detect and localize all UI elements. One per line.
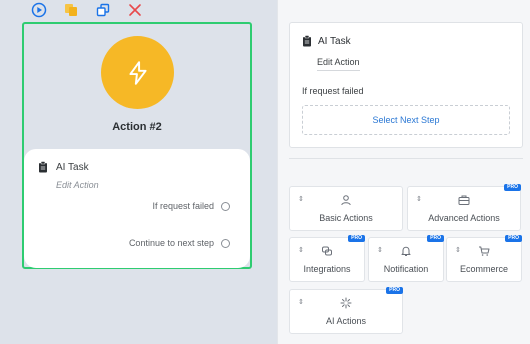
pro-badge: PRO: [504, 184, 521, 191]
tile-icon-wrap: [369, 245, 443, 257]
node-task: AI Task: [38, 161, 89, 173]
cart-icon: [479, 246, 490, 256]
integrations-icon: [322, 246, 332, 256]
step-settings-box: AI Task Edit Action If request failed Se…: [289, 22, 523, 148]
continue-output-label: Continue to next step: [128, 238, 214, 248]
tile-label: Basic Actions: [319, 213, 373, 223]
tile-icon-wrap: [408, 194, 520, 206]
copy-icon: [65, 4, 77, 16]
node-task-label: AI Task: [56, 161, 89, 173]
continue-output[interactable]: Continue to next step: [129, 238, 230, 248]
tile-ai-actions[interactable]: ⇕ PRO AI Actions: [289, 287, 403, 334]
divider: [289, 158, 523, 159]
tile-ecommerce[interactable]: ⇕ PRO Ecommerce: [446, 235, 522, 282]
tile-icon-wrap: [290, 245, 364, 257]
tile-integrations[interactable]: ⇕ PRO Integrations: [289, 235, 365, 282]
tile-label: Ecommerce: [459, 264, 508, 274]
node-avatar: [101, 36, 174, 109]
failed-output[interactable]: If request failed: [152, 201, 230, 211]
panel-edit-action[interactable]: Edit Action: [317, 57, 360, 71]
failed-output-port[interactable]: [221, 201, 230, 211]
tile-advanced-actions[interactable]: ⇕ PRO Advanced Actions: [407, 184, 521, 231]
tile-icon-wrap: [290, 297, 402, 309]
sparkle-icon: [340, 297, 352, 309]
pro-badge: PRO: [348, 235, 365, 242]
panel-failed-label: If request failed: [302, 86, 364, 96]
panel-task-label: AI Task: [318, 35, 351, 47]
failed-output-label: If request failed: [152, 201, 214, 211]
tile-label: Advanced Actions: [428, 213, 500, 223]
user-icon: [341, 195, 351, 206]
select-next-step-button[interactable]: Select Next Step: [302, 105, 510, 135]
tile-icon-wrap: [447, 245, 521, 257]
tile-notification[interactable]: ⇕ PRO Notification: [368, 235, 444, 282]
clipboard-icon: [303, 35, 311, 47]
continue-output-port[interactable]: [221, 238, 230, 248]
properties-panel: AI Task Edit Action If request failed Se…: [277, 0, 530, 344]
tile-icon-wrap: [290, 194, 402, 206]
bell-icon: [401, 246, 411, 256]
tile-label: Integrations: [303, 264, 351, 274]
node-title: Action #2: [112, 121, 162, 133]
lightning-icon: [128, 60, 147, 85]
node-toolbar: [30, 0, 144, 20]
close-icon: [129, 4, 141, 16]
clone-icon: [96, 3, 110, 17]
node-edit-link[interactable]: Edit Action: [56, 180, 99, 190]
briefcase-icon: [458, 195, 470, 205]
play-button[interactable]: [30, 1, 48, 19]
pro-badge: PRO: [427, 235, 444, 242]
delete-button[interactable]: [126, 1, 144, 19]
node-card[interactable]: AI Task Edit Action If request failed Co…: [24, 149, 250, 268]
tile-label: Notification: [383, 264, 429, 274]
clone-button[interactable]: [94, 1, 112, 19]
duplicate-button[interactable]: [62, 1, 80, 19]
pro-badge: PRO: [505, 235, 522, 242]
workflow-canvas[interactable]: Action #2 AI Task Edit Action If request…: [0, 0, 277, 344]
panel-task: AI Task: [302, 35, 351, 47]
tile-basic-actions[interactable]: ⇕ Basic Actions: [289, 186, 403, 231]
play-icon: [31, 2, 47, 18]
clipboard-icon: [39, 161, 47, 173]
pro-badge: PRO: [386, 287, 403, 294]
tile-label: AI Actions: [325, 316, 367, 326]
action-node[interactable]: Action #2 AI Task Edit Action If request…: [22, 22, 252, 269]
